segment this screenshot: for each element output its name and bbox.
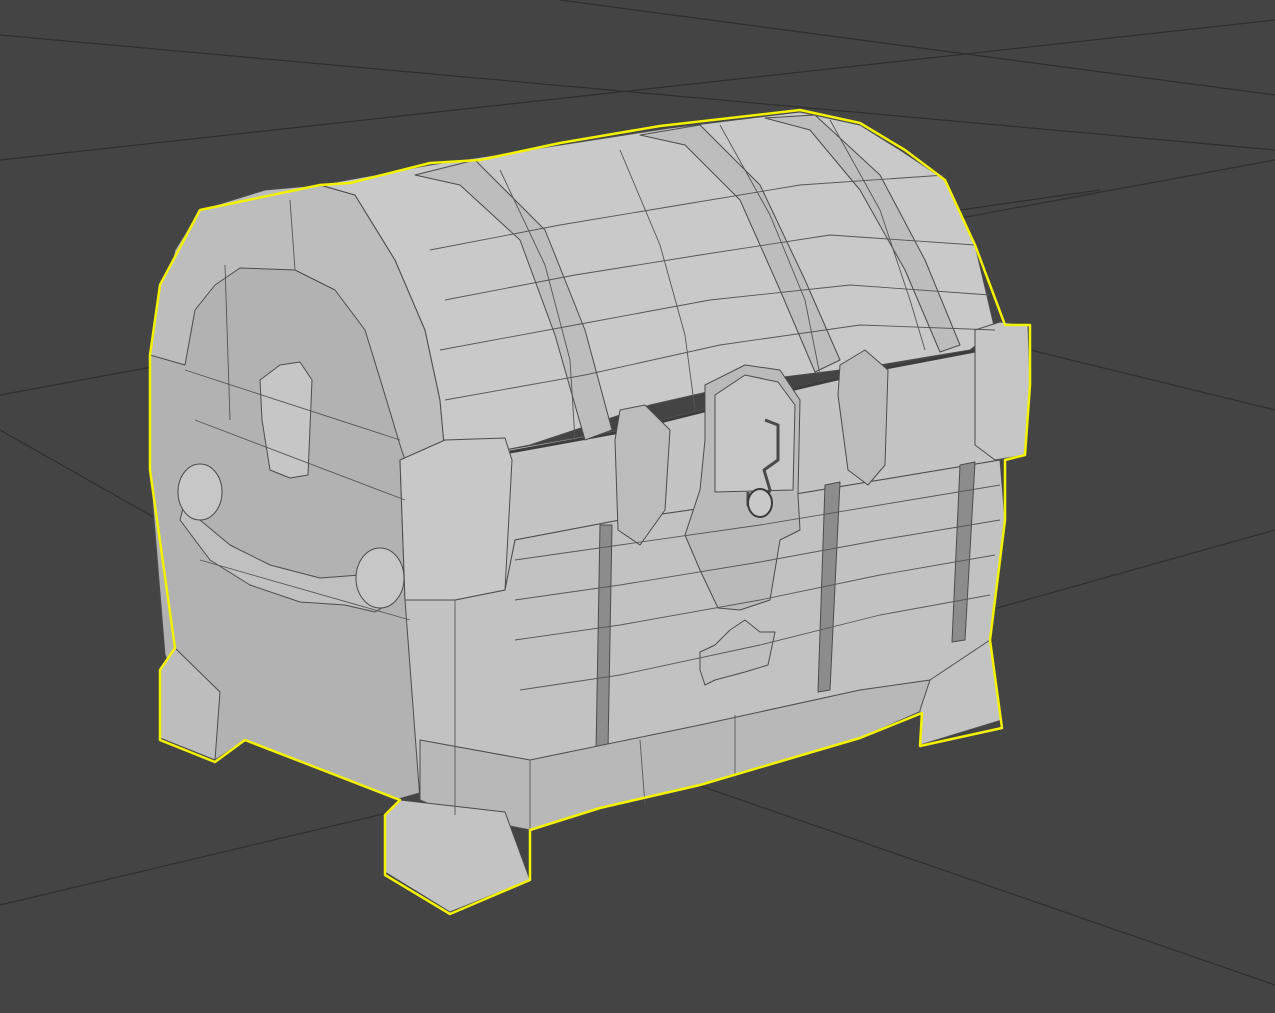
handle-mount-right — [355, 547, 405, 609]
grid-line — [0, 809, 401, 906]
lock-hasp — [714, 374, 796, 493]
viewport-canvas[interactable] — [0, 0, 1275, 1013]
lid-corner-bracket-right — [974, 321, 1031, 461]
grid-line — [639, 764, 1275, 986]
grid-line — [989, 529, 1275, 611]
grid-line — [559, 0, 1275, 96]
handle-mount-left — [177, 463, 223, 521]
grid-line — [1009, 344, 1275, 411]
3d-viewport[interactable] — [0, 0, 1275, 1013]
grid-line — [959, 189, 1101, 211]
treasure-chest-model[interactable] — [149, 111, 1031, 913]
lock-ring — [747, 488, 773, 518]
lid-corner-bracket-left — [399, 437, 513, 601]
